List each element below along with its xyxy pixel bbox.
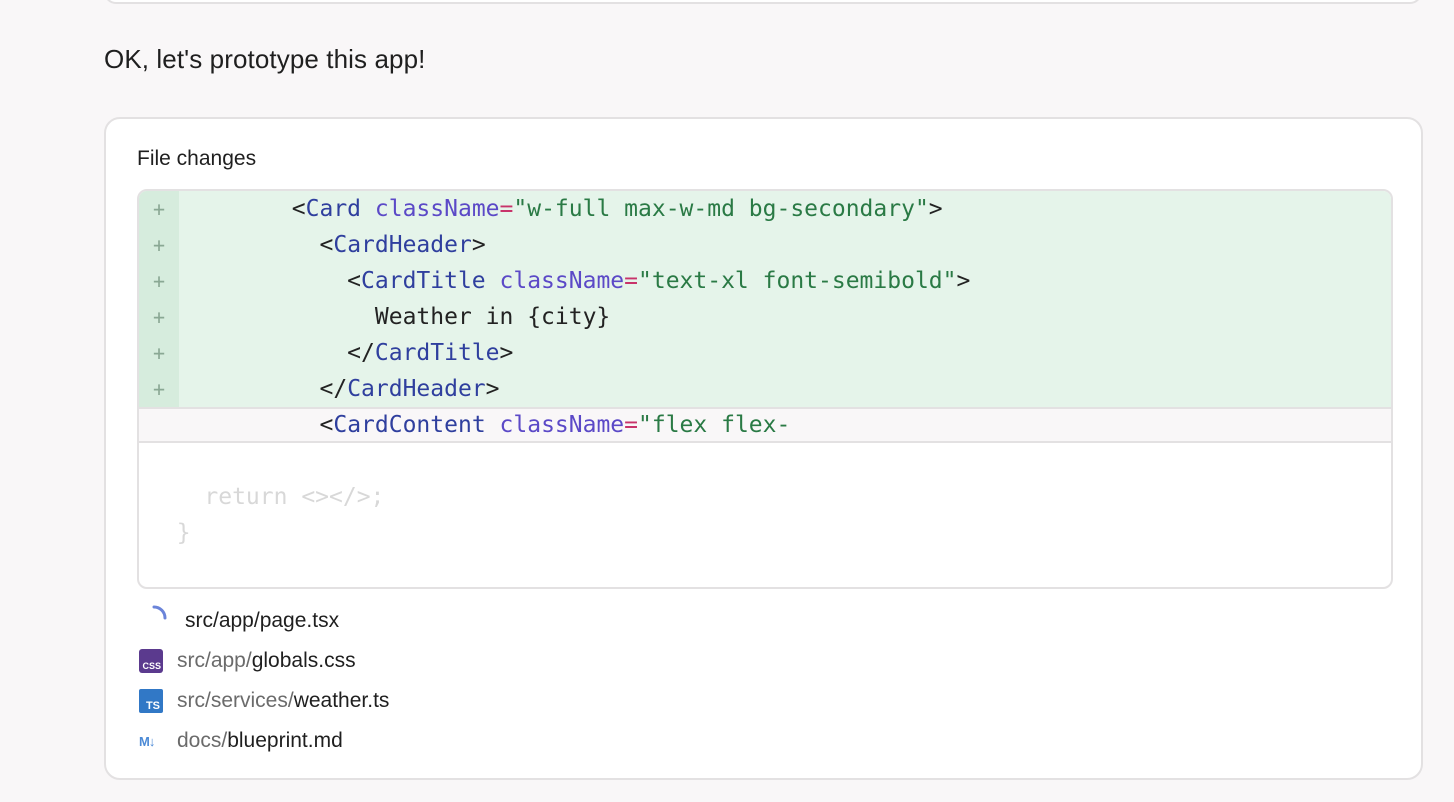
file-item-globals-css[interactable]: CSS src/app/globals.css [139, 641, 356, 681]
diff-gutter-marker: + [139, 371, 179, 407]
file-item-weather-ts[interactable]: TS src/services/weather.ts [139, 681, 389, 721]
file-dir: docs/ [177, 729, 228, 752]
diff-gutter-marker: + [139, 191, 179, 227]
file-path: src/app/page.tsx [185, 609, 340, 632]
css-file-icon: CSS [139, 649, 163, 673]
diff-line-added: + <CardHeader> [139, 227, 1391, 263]
typescript-file-icon: TS [139, 689, 163, 713]
diff-line-context: <CardContent className="flex flex- [139, 407, 1391, 443]
code-text: <CardHeader> [319, 232, 486, 258]
file-changes-card: File changes + <Card className="w-full m… [104, 117, 1423, 780]
code-text: <CardTitle className="text-xl font-semib… [347, 268, 971, 294]
loading-spinner-icon [139, 603, 169, 639]
code-text: <Card className="w-full max-w-md bg-seco… [291, 196, 943, 222]
file-name: weather.ts [293, 689, 390, 712]
faded-code-line: } [149, 520, 191, 546]
diff-gutter-marker: + [139, 335, 179, 371]
file-item-page-tsx[interactable]: src/app/page.tsx [139, 601, 339, 641]
file-changes-title: File changes [137, 147, 257, 170]
file-item-blueprint-md[interactable]: M↓ docs/blueprint.md [139, 721, 343, 761]
faded-code-line: return <></>; [149, 484, 385, 510]
code-text: <CardContent className="flex flex- [319, 412, 791, 438]
diff-gutter-marker: + [139, 299, 179, 335]
code-text: </CardHeader> [319, 376, 500, 402]
previous-message-card [104, 0, 1422, 4]
code-diff-view[interactable]: + <Card className="w-full max-w-md bg-se… [137, 189, 1393, 589]
diff-line-added: + Weather in {city} [139, 299, 1391, 335]
code-text: </CardTitle> [347, 340, 514, 366]
file-dir: src/app/ [177, 649, 252, 672]
diff-line-added: + </CardTitle> [139, 335, 1391, 371]
diff-gutter-marker: + [139, 227, 179, 263]
assistant-message: OK, let's prototype this app! [104, 44, 426, 74]
diff-gutter-marker: + [139, 263, 179, 299]
code-text: Weather in {city} [374, 304, 611, 330]
file-name: blueprint.md [227, 729, 343, 752]
markdown-file-icon: M↓ [139, 733, 155, 749]
file-dir: src/services/ [177, 689, 294, 712]
diff-line-added: + </CardHeader> [139, 371, 1391, 407]
diff-line-added: + <Card className="w-full max-w-md bg-se… [139, 191, 1391, 227]
diff-line-added: + <CardTitle className="text-xl font-sem… [139, 263, 1391, 299]
file-name: globals.css [251, 649, 356, 672]
diff-gutter-marker [139, 409, 179, 441]
